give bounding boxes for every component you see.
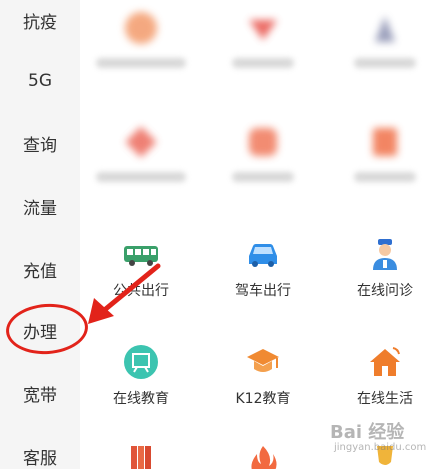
blurred-service-3[interactable] xyxy=(324,0,446,106)
car-icon xyxy=(249,244,277,267)
service-grid: 公共出行 驾车出行 在线问诊 在线教育 K12教育 在线生活 xyxy=(80,0,447,469)
blurred-service-icon xyxy=(249,128,277,156)
blurred-label xyxy=(96,172,186,182)
blurred-service-4[interactable] xyxy=(80,110,202,220)
sidebar-item-label: 充值 xyxy=(23,261,57,282)
graduation-cap-icon xyxy=(247,349,279,372)
blurred-label xyxy=(232,172,294,182)
service-label: K12教育 xyxy=(235,391,291,407)
home-wifi-icon xyxy=(370,347,400,376)
sidebar-item-label: 客服 xyxy=(23,448,57,469)
sidebar-item-5g[interactable]: 5G xyxy=(0,61,80,101)
service-driving[interactable]: 驾车出行 xyxy=(202,222,324,332)
sidebar-item-antiepidemic[interactable]: 抗疫 xyxy=(0,0,80,40)
sidebar-item-data-traffic[interactable]: 流量 xyxy=(0,186,80,226)
service-label: 在线教育 xyxy=(113,391,169,407)
doctor-icon xyxy=(373,239,397,270)
blurred-service-6[interactable] xyxy=(324,110,446,220)
service-label: 在线问诊 xyxy=(357,283,413,299)
blurred-service-5[interactable] xyxy=(202,110,324,220)
sidebar-item-label: 抗疫 xyxy=(23,12,57,33)
blurred-service-icon xyxy=(375,16,395,42)
service-label: 在线生活 xyxy=(357,391,413,407)
blurred-service-icon xyxy=(373,128,397,156)
sidebar-item-label: 5G xyxy=(28,71,52,91)
blurred-service-2[interactable] xyxy=(202,0,324,106)
blurred-service-1[interactable] xyxy=(80,0,202,106)
sidebar-item-broadband[interactable]: 宽带 xyxy=(0,373,80,413)
sidebar-item-label: 流量 xyxy=(23,198,57,219)
sidebar-item-query[interactable]: 查询 xyxy=(0,123,80,163)
service-label: 驾车出行 xyxy=(235,283,291,299)
blurred-label xyxy=(354,58,416,68)
service-online-education[interactable]: 在线教育 xyxy=(80,330,202,440)
sidebar-item-recharge[interactable]: 充值 xyxy=(0,249,80,289)
blurred-label xyxy=(96,58,186,68)
category-sidebar: 抗疫 5G 查询 流量 充值 办理 宽带 客服 xyxy=(0,0,80,469)
sidebar-item-customer-service[interactable]: 客服 xyxy=(0,436,80,469)
blurred-label xyxy=(232,58,294,68)
blurred-label xyxy=(354,172,416,182)
watermark-brand: Bai 经验 xyxy=(330,422,405,443)
flame-icon xyxy=(251,446,277,469)
service-k12-education[interactable]: K12教育 xyxy=(202,330,324,440)
blurred-service-icon xyxy=(125,12,157,44)
annotation-arrow-icon xyxy=(88,263,161,324)
blurred-service-icon xyxy=(125,126,157,158)
education-board-icon xyxy=(124,345,158,379)
sidebar-item-label: 查询 xyxy=(23,135,57,156)
service-partial-2[interactable] xyxy=(202,440,324,469)
books-icon xyxy=(131,446,151,469)
service-online-consult[interactable]: 在线问诊 xyxy=(324,222,446,332)
sidebar-item-label: 宽带 xyxy=(23,385,57,406)
blurred-service-icon xyxy=(249,20,277,40)
watermark-site: jingyan.baidu.com xyxy=(334,442,427,453)
service-partial-1[interactable] xyxy=(80,440,202,469)
